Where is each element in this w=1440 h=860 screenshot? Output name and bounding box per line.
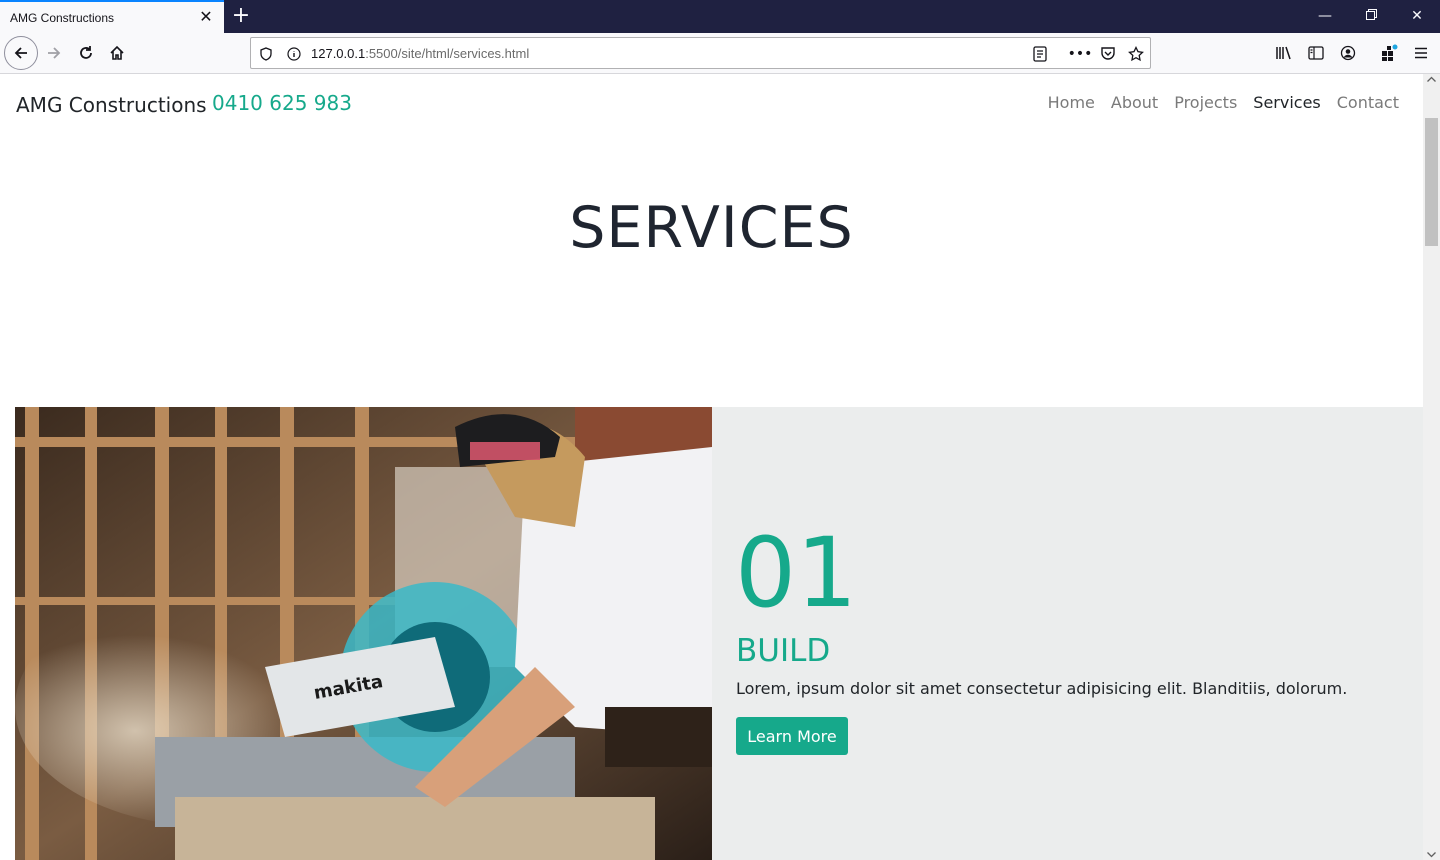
info-icon[interactable]	[285, 45, 303, 63]
nav-link-about[interactable]: About	[1111, 93, 1158, 112]
service-description: Lorem, ipsum dolor sit amet consectetur …	[736, 679, 1348, 698]
page-title: SERVICES	[569, 195, 854, 261]
browser-tab-strip: AMG Constructions ✕ + — ✕	[0, 0, 1440, 33]
scrollbar-thumb[interactable]	[1425, 118, 1438, 246]
reader-view-icon[interactable]	[1031, 45, 1049, 63]
url-text: 127.0.0.1:5500/site/html/services.html	[311, 46, 530, 61]
back-icon[interactable]	[4, 36, 38, 70]
tab-close-icon[interactable]: ✕	[196, 7, 216, 27]
scroll-up-icon[interactable]	[1427, 76, 1436, 82]
scroll-down-icon[interactable]	[1427, 852, 1436, 858]
bookmark-star-icon[interactable]	[1127, 45, 1145, 63]
home-icon[interactable]	[101, 37, 133, 69]
learn-more-button[interactable]: Learn More	[736, 717, 848, 755]
menu-icon[interactable]	[1405, 37, 1437, 69]
close-window-icon[interactable]: ✕	[1394, 0, 1440, 33]
account-icon[interactable]	[1332, 37, 1364, 69]
nav-link-contact[interactable]: Contact	[1337, 93, 1399, 112]
pocket-icon[interactable]	[1099, 45, 1117, 63]
browser-tab[interactable]: AMG Constructions ✕	[0, 0, 224, 33]
service-section: makita 01 BUILD Lorem, ipsum dolor sit a…	[15, 407, 1423, 860]
navigation-toolbar: 127.0.0.1:5500/site/html/services.html •…	[0, 33, 1440, 74]
tab-title: AMG Constructions	[10, 11, 115, 25]
more-actions-icon[interactable]: •••	[1068, 45, 1093, 63]
library-icon[interactable]	[1268, 37, 1300, 69]
nav-link-projects[interactable]: Projects	[1174, 93, 1237, 112]
new-tab-icon[interactable]: +	[231, 3, 251, 29]
nav-link-home[interactable]: Home	[1048, 93, 1095, 112]
site-navbar: AMG Constructions 0410 625 983 Home Abou…	[0, 74, 1423, 134]
minimize-icon[interactable]: —	[1302, 0, 1348, 33]
extensions-icon[interactable]	[1373, 37, 1405, 69]
service-number: 01	[735, 517, 858, 629]
url-bar[interactable]: 127.0.0.1:5500/site/html/services.html •…	[250, 37, 1151, 69]
sidebar-icon[interactable]	[1300, 37, 1332, 69]
nav-link-services[interactable]: Services	[1253, 93, 1320, 112]
nav-links: Home About Projects Services Contact	[1048, 93, 1399, 112]
reload-icon[interactable]	[70, 37, 102, 69]
phone-number[interactable]: 0410 625 983	[212, 91, 352, 115]
service-photo: makita	[15, 407, 712, 860]
site-brand[interactable]: AMG Constructions	[16, 93, 207, 117]
shield-icon[interactable]	[257, 45, 275, 63]
page-scrollbar[interactable]	[1423, 74, 1440, 860]
forward-icon[interactable]	[38, 37, 70, 69]
restore-icon[interactable]	[1348, 0, 1394, 33]
service-title: BUILD	[736, 633, 831, 669]
